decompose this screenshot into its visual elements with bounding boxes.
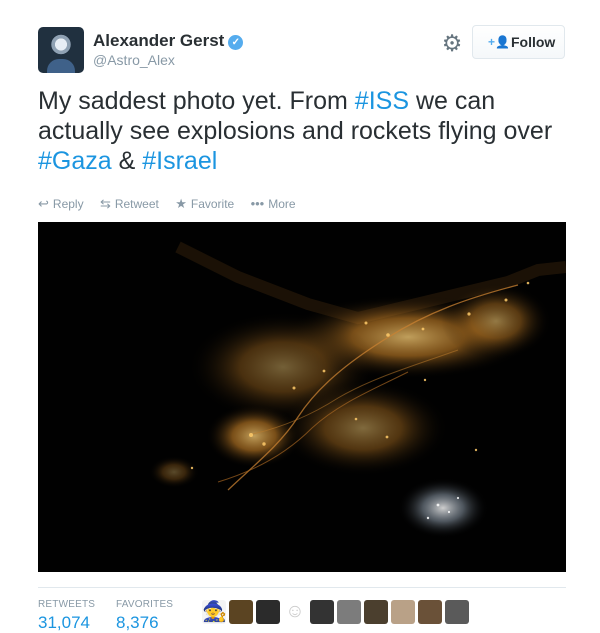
favorite-label: Favorite bbox=[190, 197, 235, 211]
favorite-avatar-1[interactable]: 🧙 bbox=[202, 600, 227, 624]
hashtag-israel[interactable]: #Israel bbox=[142, 147, 217, 175]
retweets-label: RETWEETS bbox=[38, 599, 96, 610]
profile-avatar[interactable] bbox=[38, 27, 84, 73]
favorites-stat[interactable]: FAVORITES 8,376 bbox=[116, 599, 173, 633]
favorite-avatar-4[interactable]: ☺ bbox=[283, 600, 307, 624]
favorite-avatar-10[interactable] bbox=[445, 600, 469, 624]
profile-name-row[interactable]: Alexander Gerst ✓ bbox=[93, 31, 244, 51]
reply-label: Reply bbox=[52, 197, 84, 211]
more-label: More bbox=[268, 197, 296, 211]
retweet-icon: ⇆ bbox=[99, 196, 111, 211]
star-icon: ★ bbox=[175, 196, 187, 211]
reply-button[interactable]: ↩ Reply bbox=[38, 196, 84, 212]
tweet-actions: ↩ Reply ⇆ Retweet ★ Favorite ••• More bbox=[38, 196, 309, 212]
retweets-count[interactable]: 31,074 bbox=[38, 613, 95, 633]
retweet-label: Retweet bbox=[114, 197, 159, 211]
more-icon: ••• bbox=[250, 196, 265, 211]
follow-button[interactable]: +👤 Follow bbox=[472, 25, 565, 59]
tweet-stats: RETWEETS 31,074 FAVORITES 8,376 bbox=[38, 599, 200, 633]
profile-name[interactable]: Alexander Gerst bbox=[93, 31, 224, 50]
favorite-button[interactable]: ★ Favorite bbox=[175, 196, 234, 212]
favorite-avatar-3[interactable] bbox=[256, 600, 280, 624]
stats-divider bbox=[38, 587, 566, 588]
favorite-avatar-8[interactable] bbox=[391, 600, 415, 624]
gear-icon[interactable]: ⚙ bbox=[440, 31, 464, 55]
hashtag-gaza[interactable]: #Gaza bbox=[38, 147, 112, 175]
favorite-avatar-2[interactable] bbox=[229, 600, 253, 624]
tweet-photo[interactable] bbox=[38, 222, 566, 572]
retweet-button[interactable]: ⇆ Retweet bbox=[100, 196, 159, 212]
add-user-icon: +👤 bbox=[488, 35, 510, 49]
tweet-text-segment-3: & bbox=[111, 147, 143, 175]
favorites-label: FAVORITES bbox=[116, 599, 174, 610]
favorite-avatar-7[interactable] bbox=[364, 600, 388, 624]
favorite-avatar-6[interactable] bbox=[337, 600, 361, 624]
hashtag-iss[interactable]: #ISS bbox=[355, 87, 409, 115]
favorite-avatar-9[interactable] bbox=[418, 600, 442, 624]
favorite-avatar-5[interactable] bbox=[310, 600, 334, 624]
more-button[interactable]: ••• More bbox=[251, 196, 296, 211]
tweet-text: My saddest photo yet. From #ISS we can a… bbox=[38, 86, 568, 176]
verified-badge-icon: ✓ bbox=[228, 35, 244, 50]
retweets-stat[interactable]: RETWEETS 31,074 bbox=[38, 599, 95, 633]
profile-handle[interactable]: @Astro_Alex bbox=[93, 52, 175, 68]
favorites-count[interactable]: 8,376 bbox=[116, 613, 173, 633]
tweet-text-segment-1: My saddest photo yet. From bbox=[38, 87, 355, 115]
reply-icon: ↩ bbox=[38, 196, 49, 211]
follow-button-label: Follow bbox=[511, 34, 556, 50]
